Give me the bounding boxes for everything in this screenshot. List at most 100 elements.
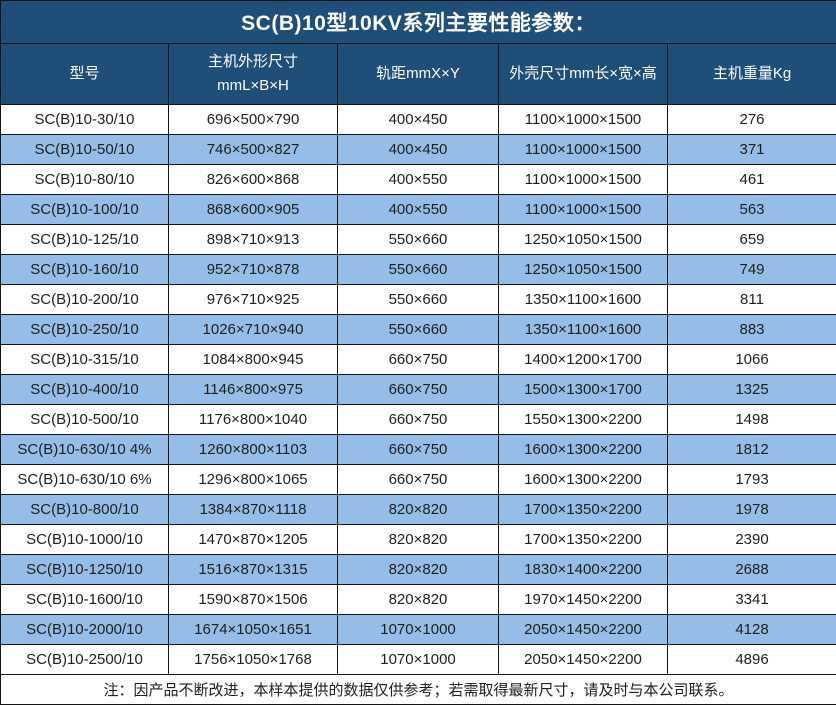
- column-header-sublabel: mmL×B×H: [171, 74, 335, 98]
- spec-table: SC(B)10型10KV系列主要性能参数： 型号 主机外形尺寸 mmL×B×H …: [0, 0, 836, 705]
- table-row: SC(B)10-1250/101516×870×1315820×8201830×…: [1, 555, 836, 585]
- table-cell: 1176×800×1040: [169, 405, 338, 435]
- title-row: SC(B)10型10KV系列主要性能参数：: [1, 1, 836, 44]
- table-cell: 826×600×868: [169, 165, 338, 195]
- table-cell: 400×550: [338, 165, 499, 195]
- table-cell: 563: [668, 195, 836, 225]
- column-header-label: 主机重量Kg: [713, 65, 791, 82]
- table-cell: 660×750: [338, 405, 499, 435]
- table-cell: 1500×1300×1700: [499, 375, 668, 405]
- table-cell: 1700×1350×2200: [499, 525, 668, 555]
- table-cell: SC(B)10-160/10: [1, 255, 169, 285]
- table-row: SC(B)10-630/10 4%1260×800×1103660×750160…: [1, 435, 836, 465]
- table-row: SC(B)10-800/101384×870×1118820×8201700×1…: [1, 495, 836, 525]
- table-cell: 1550×1300×2200: [499, 405, 668, 435]
- header-row: 型号 主机外形尺寸 mmL×B×H 轨距mmX×Y 外壳尺寸mm长×宽×高 主机…: [1, 44, 836, 105]
- table-cell: 952×710×878: [169, 255, 338, 285]
- table-cell: 976×710×925: [169, 285, 338, 315]
- table-row: SC(B)10-1000/101470×870×1205820×8201700×…: [1, 525, 836, 555]
- table-row: SC(B)10-200/10976×710×925550×6601350×110…: [1, 285, 836, 315]
- table-cell: 550×660: [338, 255, 499, 285]
- column-header-label: 外壳尺寸mm长×宽×高: [509, 65, 657, 82]
- table-cell: 1250×1050×1500: [499, 255, 668, 285]
- table-cell: 811: [668, 285, 836, 315]
- table-cell: 1970×1450×2200: [499, 585, 668, 615]
- table-cell: SC(B)10-1000/10: [1, 525, 169, 555]
- table-cell: 1674×1050×1651: [169, 615, 338, 645]
- table-row: SC(B)10-80/10826×600×868400×5501100×1000…: [1, 165, 836, 195]
- table-cell: 1498: [668, 405, 836, 435]
- table-cell: 898×710×913: [169, 225, 338, 255]
- table-cell: SC(B)10-30/10: [1, 105, 169, 135]
- table-cell: 1100×1000×1500: [499, 165, 668, 195]
- table-row: SC(B)10-1600/101590×870×1506820×8201970×…: [1, 585, 836, 615]
- table-cell: 1793: [668, 465, 836, 495]
- table-cell: 1350×1100×1600: [499, 315, 668, 345]
- table-cell: 2050×1450×2200: [499, 645, 668, 675]
- table-cell: SC(B)10-1600/10: [1, 585, 169, 615]
- table-cell: 868×600×905: [169, 195, 338, 225]
- table-cell: 1600×1300×2200: [499, 465, 668, 495]
- table-cell: 1590×870×1506: [169, 585, 338, 615]
- table-cell: 1100×1000×1500: [499, 195, 668, 225]
- table-cell: 660×750: [338, 435, 499, 465]
- table-cell: 400×450: [338, 105, 499, 135]
- table-cell: 1100×1000×1500: [499, 135, 668, 165]
- table-cell: 2390: [668, 525, 836, 555]
- table-cell: SC(B)10-1250/10: [1, 555, 169, 585]
- table-row: SC(B)10-250/101026×710×940550×6601350×11…: [1, 315, 836, 345]
- table-cell: 1700×1350×2200: [499, 495, 668, 525]
- table-cell: 820×820: [338, 525, 499, 555]
- column-header-label: 型号: [69, 65, 99, 82]
- table-row: SC(B)10-500/101176×800×1040660×7501550×1…: [1, 405, 836, 435]
- table-row: SC(B)10-125/10898×710×913550×6601250×105…: [1, 225, 836, 255]
- table-cell: 1084×800×945: [169, 345, 338, 375]
- table-cell: SC(B)10-2500/10: [1, 645, 169, 675]
- table-cell: 1756×1050×1768: [169, 645, 338, 675]
- table-cell: 1250×1050×1500: [499, 225, 668, 255]
- table-cell: 1100×1000×1500: [499, 105, 668, 135]
- table-cell: 1325: [668, 375, 836, 405]
- table-cell: 400×450: [338, 135, 499, 165]
- table-cell: 550×660: [338, 225, 499, 255]
- table-cell: 550×660: [338, 285, 499, 315]
- table-cell: SC(B)10-2000/10: [1, 615, 169, 645]
- table-row: SC(B)10-30/10696×500×790400×4501100×1000…: [1, 105, 836, 135]
- table-row: SC(B)10-100/10868×600×905400×5501100×100…: [1, 195, 836, 225]
- table-cell: 883: [668, 315, 836, 345]
- table-cell: 659: [668, 225, 836, 255]
- table-cell: 1350×1100×1600: [499, 285, 668, 315]
- column-header-model: 型号: [1, 44, 169, 105]
- table-cell: 2688: [668, 555, 836, 585]
- table-cell: 660×750: [338, 375, 499, 405]
- table-cell: 660×750: [338, 345, 499, 375]
- table-cell: 1146×800×975: [169, 375, 338, 405]
- table-cell: 550×660: [338, 315, 499, 345]
- column-header-label: 轨距mmX×Y: [376, 65, 460, 82]
- table-cell: 461: [668, 165, 836, 195]
- table-cell: 1600×1300×2200: [499, 435, 668, 465]
- table-cell: 1470×870×1205: [169, 525, 338, 555]
- table-cell: SC(B)10-315/10: [1, 345, 169, 375]
- table-cell: 4128: [668, 615, 836, 645]
- table-cell: SC(B)10-500/10: [1, 405, 169, 435]
- table-cell: 1830×1400×2200: [499, 555, 668, 585]
- column-header-label: 主机外形尺寸: [171, 50, 335, 74]
- table-cell: 371: [668, 135, 836, 165]
- footnote: 注：因产品不断改进，本样本提供的数据仅供参考；若需取得最新尺寸，请及时与本公司联…: [1, 675, 836, 705]
- table-cell: SC(B)10-200/10: [1, 285, 169, 315]
- table-cell: 1070×1000: [338, 645, 499, 675]
- table-cell: SC(B)10-80/10: [1, 165, 169, 195]
- table-cell: 820×820: [338, 585, 499, 615]
- table-cell: SC(B)10-630/10 6%: [1, 465, 169, 495]
- table-row: SC(B)10-2000/101674×1050×16511070×100020…: [1, 615, 836, 645]
- page-title: SC(B)10型10KV系列主要性能参数：: [1, 1, 836, 44]
- column-header-main-dimensions: 主机外形尺寸 mmL×B×H: [169, 44, 338, 105]
- table-cell: 1026×710×940: [169, 315, 338, 345]
- table-cell: 1400×1200×1700: [499, 345, 668, 375]
- table-cell: 1260×800×1103: [169, 435, 338, 465]
- table-cell: 1070×1000: [338, 615, 499, 645]
- table-cell: 820×820: [338, 555, 499, 585]
- table-cell: SC(B)10-400/10: [1, 375, 169, 405]
- table-row: SC(B)10-630/10 6%1296×800×1065660×750160…: [1, 465, 836, 495]
